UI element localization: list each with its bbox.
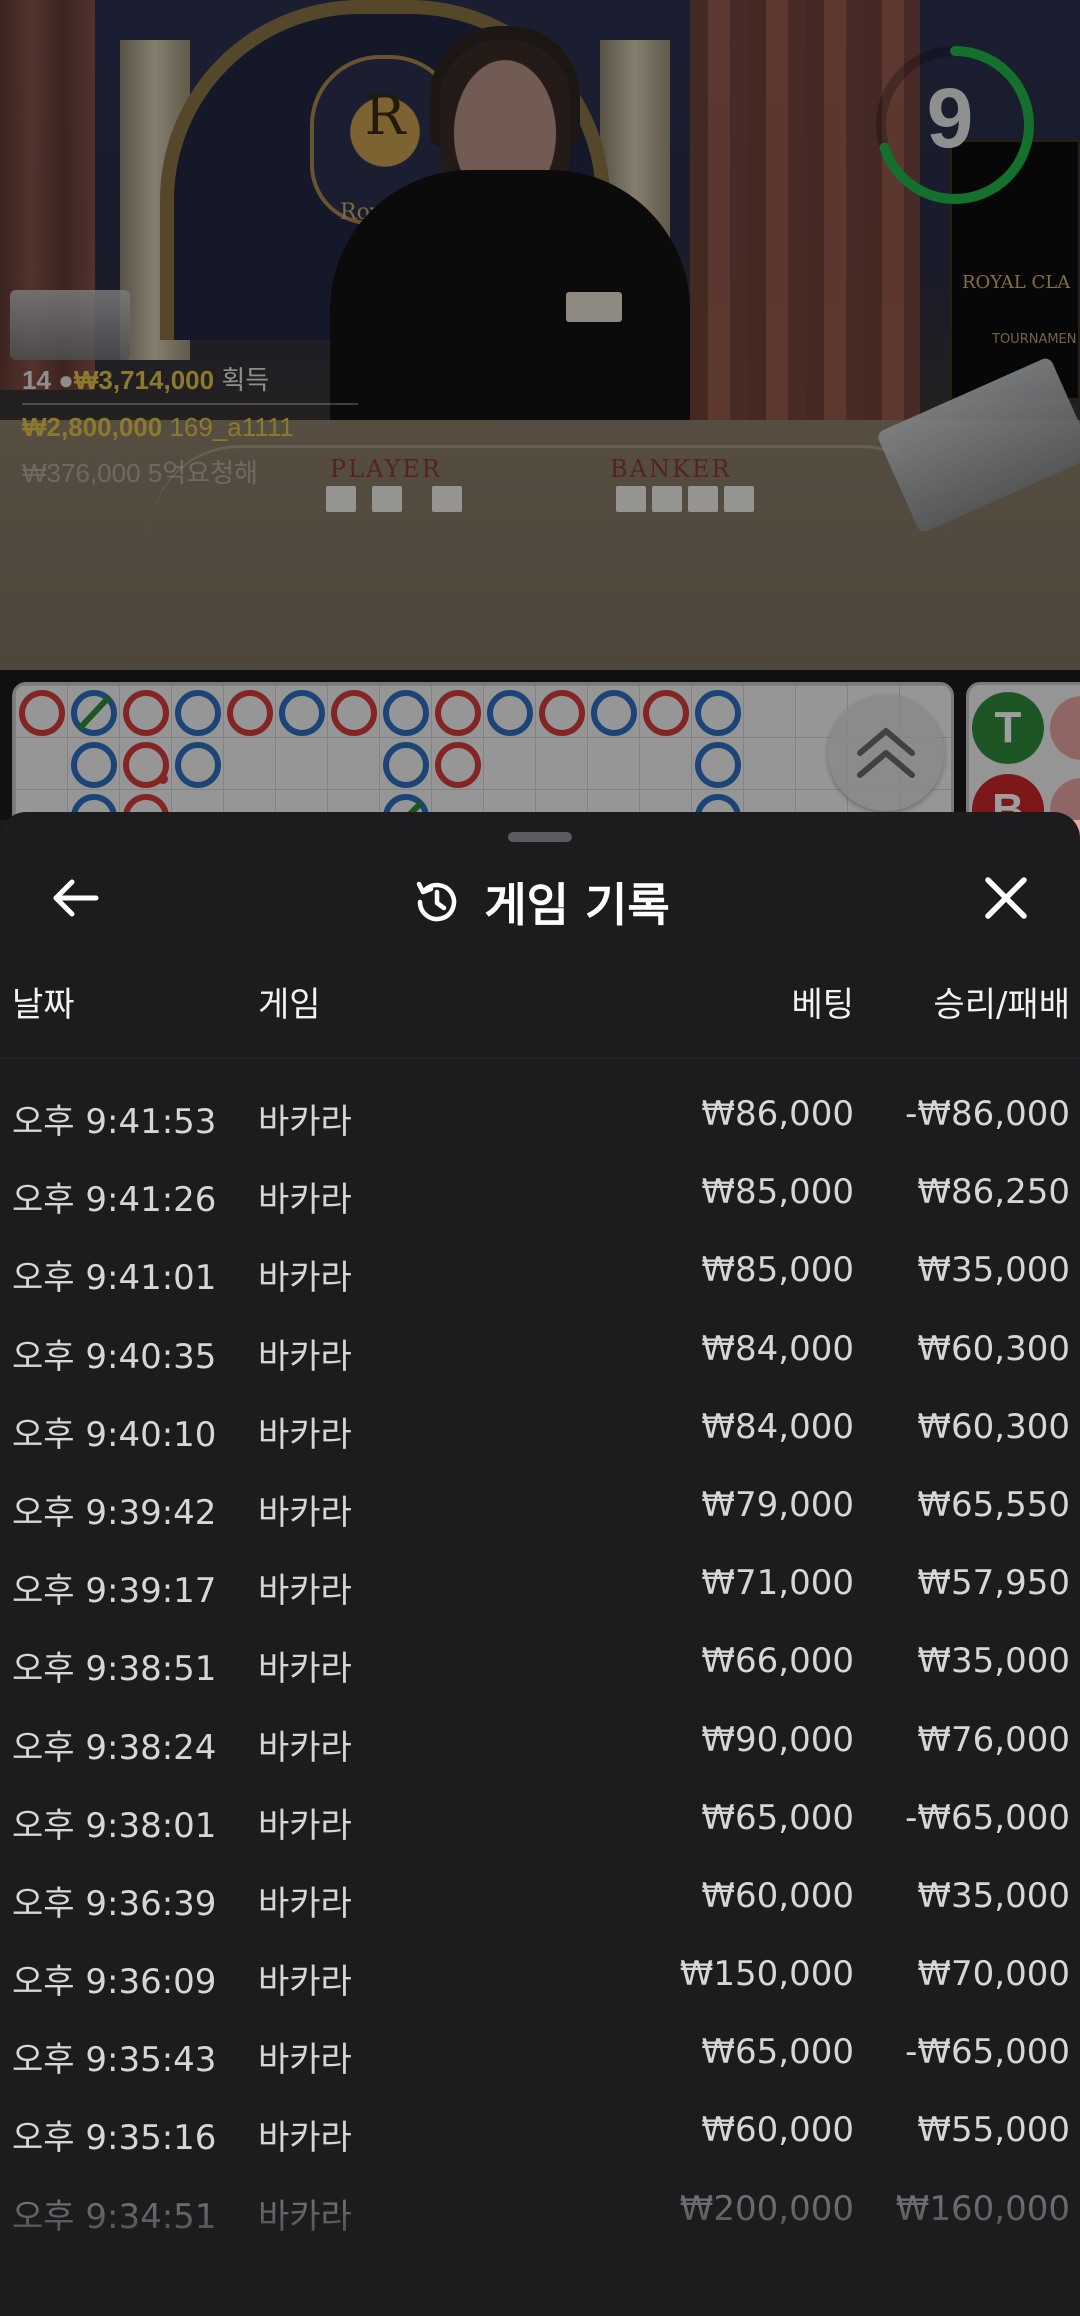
row-bet: ₩65,000 bbox=[701, 2032, 854, 2073]
row-bet: ₩85,000 bbox=[701, 1250, 854, 1291]
row-time: 오후 9:36:39 bbox=[12, 1883, 217, 1924]
row-game: 바카라 bbox=[258, 1336, 352, 1377]
row-bet: ₩71,000 bbox=[701, 1563, 854, 1604]
table-row[interactable]: 오후 9:38:51 바카라 ₩66,000 ₩35,000 bbox=[0, 1621, 1080, 1699]
row-bet: ₩85,000 bbox=[701, 1172, 854, 1213]
column-bet: 베팅 bbox=[791, 985, 854, 1025]
row-time: 오후 9:38:01 bbox=[12, 1805, 217, 1846]
table-row[interactable]: 오후 9:38:24 바카라 ₩90,000 ₩76,000 bbox=[0, 1700, 1080, 1778]
table-row[interactable]: 오후 9:36:39 바카라 ₩60,000 ₩35,000 bbox=[0, 1856, 1080, 1934]
row-result: ₩65,550 bbox=[917, 1484, 1070, 1525]
row-time: 오후 9:41:53 bbox=[12, 1102, 217, 1142]
row-game: 바카라 bbox=[258, 2118, 352, 2159]
table-row[interactable]: 오후 9:41:26 바카라 ₩85,000 ₩86,250 bbox=[0, 1152, 1080, 1230]
row-game: 바카라 bbox=[258, 1649, 352, 1690]
row-bet: ₩79,000 bbox=[701, 1484, 854, 1525]
row-game: 바카라 bbox=[258, 1258, 352, 1299]
row-result: ₩86,250 bbox=[917, 1172, 1070, 1213]
row-time: 오후 9:35:16 bbox=[12, 2118, 217, 2159]
row-bet: ₩84,000 bbox=[701, 1406, 854, 1447]
row-result: -₩86,000 bbox=[905, 1094, 1070, 1134]
history-list[interactable]: 오후 9:41:53 바카라 ₩86,000 -₩86,000 오후 9:41:… bbox=[0, 1074, 1080, 2247]
row-time: 오후 9:40:10 bbox=[12, 1414, 217, 1455]
history-icon bbox=[417, 881, 457, 922]
table-row[interactable]: 오후 9:39:42 바카라 ₩79,000 ₩65,550 bbox=[0, 1465, 1080, 1543]
row-game: 바카라 bbox=[258, 2040, 352, 2081]
row-time: 오후 9:40:35 bbox=[12, 1336, 217, 1377]
row-result: -₩65,000 bbox=[905, 1797, 1070, 1838]
row-time: 오후 9:41:01 bbox=[12, 1258, 217, 1299]
table-row[interactable]: 오후 9:35:43 바카라 ₩65,000 -₩65,000 bbox=[0, 2012, 1080, 2090]
row-bet: ₩150,000 bbox=[679, 1954, 854, 1995]
row-result: ₩55,000 bbox=[917, 2110, 1070, 2151]
table-header: 날짜 게임 베팅 승리/패배 bbox=[0, 977, 1080, 1041]
row-result: -₩65,000 bbox=[905, 2032, 1070, 2073]
row-game: 바카라 bbox=[258, 1727, 352, 1768]
row-bet: ₩66,000 bbox=[701, 1641, 854, 1682]
row-time: 오후 9:36:09 bbox=[12, 1962, 217, 2003]
header-divider bbox=[0, 1057, 1080, 1059]
table-row[interactable]: 오후 9:38:01 바카라 ₩65,000 -₩65,000 bbox=[0, 1778, 1080, 1856]
row-bet: ₩60,000 bbox=[701, 1875, 854, 1916]
row-game: 바카라 bbox=[258, 1102, 352, 1142]
table-row[interactable]: 오후 9:36:09 바카라 ₩150,000 ₩70,000 bbox=[0, 1934, 1080, 2012]
row-game: 바카라 bbox=[258, 1962, 352, 2003]
row-game: 바카라 bbox=[258, 1492, 352, 1533]
row-game: 바카라 bbox=[258, 1414, 352, 1455]
table-row[interactable]: 오후 9:40:10 바카라 ₩84,000 ₩60,300 bbox=[0, 1387, 1080, 1465]
row-result: ₩70,000 bbox=[917, 1954, 1070, 1995]
close-icon bbox=[985, 877, 1027, 919]
row-time: 오후 9:38:24 bbox=[12, 1727, 217, 1768]
close-button[interactable] bbox=[974, 866, 1038, 930]
column-game: 게임 bbox=[258, 985, 321, 1025]
drag-handle[interactable] bbox=[508, 832, 572, 842]
table-row[interactable]: 오후 9:39:17 바카라 ₩71,000 ₩57,950 bbox=[0, 1543, 1080, 1621]
table-row[interactable]: 오후 9:41:01 바카라 ₩85,000 ₩35,000 bbox=[0, 1230, 1080, 1308]
row-time: 오후 9:35:43 bbox=[12, 2040, 217, 2081]
row-bet: ₩84,000 bbox=[701, 1328, 854, 1369]
row-time: 오후 9:41:26 bbox=[12, 1180, 217, 1221]
row-result: ₩76,000 bbox=[917, 1719, 1070, 1760]
column-winloss: 승리/패배 bbox=[933, 985, 1070, 1025]
row-result: ₩60,300 bbox=[917, 1328, 1070, 1369]
row-time: 오후 9:39:42 bbox=[12, 1492, 217, 1533]
row-bet: ₩60,000 bbox=[701, 2110, 854, 2151]
table-row[interactable]: 오후 9:35:16 바카라 ₩60,000 ₩55,000 bbox=[0, 2090, 1080, 2168]
table-row[interactable]: 오후 9:41:53 바카라 ₩86,000 -₩86,000 bbox=[0, 1074, 1080, 1152]
row-bet: ₩65,000 bbox=[701, 1797, 854, 1838]
row-result: ₩35,000 bbox=[917, 1875, 1070, 1916]
row-bet: ₩90,000 bbox=[701, 1719, 854, 1760]
row-result: ₩60,300 bbox=[917, 1406, 1070, 1447]
row-time: 오후 9:38:51 bbox=[12, 1649, 217, 1690]
page-title: 게임 기록 bbox=[484, 878, 670, 932]
sheet-header: 게임 기록 bbox=[0, 870, 1080, 934]
backdrop-overlay[interactable] bbox=[0, 0, 1080, 820]
row-bet: ₩86,000 bbox=[701, 1094, 854, 1134]
row-result: ₩57,950 bbox=[917, 1563, 1070, 1604]
column-date: 날짜 bbox=[12, 985, 75, 1025]
table-row[interactable]: 오후 9:40:35 바카라 ₩84,000 ₩60,300 bbox=[0, 1309, 1080, 1387]
game-history-sheet: 게임 기록 날짜 게임 베팅 승리/패배 오후 9:41:53 바카라 ₩86,… bbox=[0, 812, 1080, 2316]
list-fade bbox=[0, 2202, 1080, 2316]
row-game: 바카라 bbox=[258, 1805, 352, 1846]
row-time: 오후 9:39:17 bbox=[12, 1571, 217, 1612]
row-result: ₩35,000 bbox=[917, 1250, 1070, 1291]
row-game: 바카라 bbox=[258, 1883, 352, 1924]
row-result: ₩35,000 bbox=[917, 1641, 1070, 1682]
row-game: 바카라 bbox=[258, 1180, 352, 1221]
row-game: 바카라 bbox=[258, 1571, 352, 1612]
